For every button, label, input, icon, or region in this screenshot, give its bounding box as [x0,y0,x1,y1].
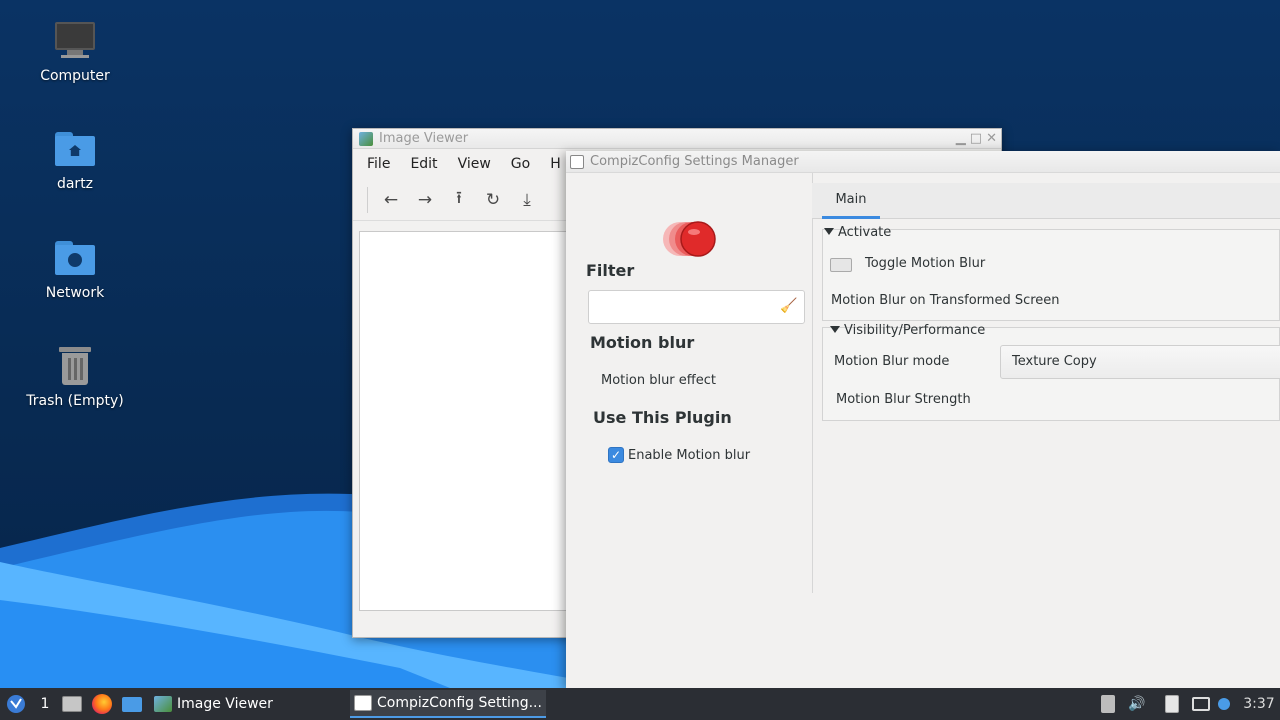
keyboard-icon [830,258,852,272]
desktop-icon-home[interactable]: dartz [20,128,130,192]
home-folder-icon [53,128,97,172]
desktop-icon-trash[interactable]: Trash (Empty) [20,345,130,409]
desktop-icon-network[interactable]: Network [20,237,130,301]
task-label: CompizConfig Setting... [377,695,542,711]
plugin-settings-panel: Main Activate Toggle Motion Blur Motion … [812,183,1280,688]
task-label: Image Viewer [177,696,273,712]
desktop-icon-label: Trash (Empty) [26,393,124,409]
image-viewer-task-icon [154,696,172,712]
tabbar: Main [812,183,1280,219]
network-status-icon[interactable] [1190,688,1212,720]
transformed-screen-option[interactable]: Motion Blur on Transformed Screen [831,293,1060,308]
task-ccsm[interactable]: CompizConfig Setting... [350,690,546,718]
minimize-icon[interactable]: ▁ [956,131,966,146]
window-title: Image Viewer [379,131,469,146]
network-folder-icon [53,237,97,281]
filter-input[interactable]: 🧹 [588,290,805,324]
plugin-sidebar: Filter 🧹 Motion blur Motion blur effect … [566,173,812,688]
menu-go[interactable]: Go [511,156,530,172]
desktop-icon-label: Computer [40,68,110,84]
toggle-motion-blur-option[interactable]: Toggle Motion Blur [865,256,985,271]
computer-icon [53,20,97,64]
tray-eject-icon[interactable] [1098,688,1118,720]
clock[interactable]: 3:37 [1240,688,1278,720]
use-plugin-heading: Use This Plugin [593,408,732,427]
filter-heading: Filter [586,261,635,280]
plugin-description: Motion blur effect [601,373,716,388]
menu-edit[interactable]: Edit [410,156,437,172]
clear-filter-icon[interactable]: 🧹 [780,298,798,316]
section-visibility-header[interactable]: Visibility/Performance [830,323,985,338]
ccsm-task-icon [354,695,372,711]
forward-arrow-icon[interactable]: → [408,185,442,215]
refresh-icon[interactable]: ↻ [476,185,510,215]
desktop-icon-label: dartz [56,176,94,192]
task-image-viewer[interactable]: Image Viewer [150,690,346,718]
menu-help[interactable]: H [550,156,561,172]
desktop-icon-label: Network [45,285,105,301]
maximize-icon[interactable]: □ [970,131,982,146]
clipboard-icon[interactable] [1162,688,1182,720]
ccsm-app-icon [570,154,584,169]
expander-triangle-icon [824,228,834,235]
file-manager-launcher-icon[interactable] [62,688,82,720]
motion-blur-strength-label: Motion Blur Strength [836,392,971,407]
show-desktop-icon[interactable] [122,688,142,720]
notification-icon[interactable] [1216,688,1232,720]
motion-blur-mode-select[interactable]: Texture Copy [1000,345,1280,379]
start-menu-logo-icon [7,695,25,713]
trash-icon [53,345,97,389]
image-viewer-app-icon [359,131,373,146]
tab-main[interactable]: Main [822,183,880,219]
enable-plugin-label[interactable]: Enable Motion blur [628,448,750,463]
menu-file[interactable]: File [367,156,390,172]
upload-icon[interactable]: ⭱ [442,185,476,215]
desktop-icon-computer[interactable]: Computer [20,20,130,84]
enable-plugin-checkbox[interactable]: ✓ [608,447,624,463]
menu-view[interactable]: View [458,156,491,172]
image-viewer-titlebar[interactable]: Image Viewer ▁ □ ✕ [353,129,1001,149]
toolbar-separator [367,186,368,213]
motion-blur-plugin-icon [663,221,716,257]
motion-blur-mode-label: Motion Blur mode [834,354,950,369]
close-icon[interactable]: ✕ [986,131,997,146]
window-title: CompizConfig Settings Manager [590,154,799,169]
back-arrow-icon[interactable]: ← [374,185,408,215]
taskbar: 1 Image Viewer CompizConfig Setting... 🔊… [0,688,1280,720]
plugin-name-heading: Motion blur [590,333,695,352]
volume-icon[interactable]: 🔊 [1126,688,1148,720]
save-icon[interactable]: ⤓ [510,185,544,215]
ccsm-titlebar[interactable]: CompizConfig Settings Manager [566,151,1280,173]
app-menu-icon[interactable] [4,688,28,720]
firefox-launcher-icon[interactable] [92,688,114,720]
section-activate-header[interactable]: Activate [824,225,891,240]
ccsm-window: CompizConfig Settings Manager Filter 🧹 M… [566,151,1280,688]
expander-triangle-icon [830,326,840,333]
workspace-switcher[interactable]: 1 [38,688,52,720]
